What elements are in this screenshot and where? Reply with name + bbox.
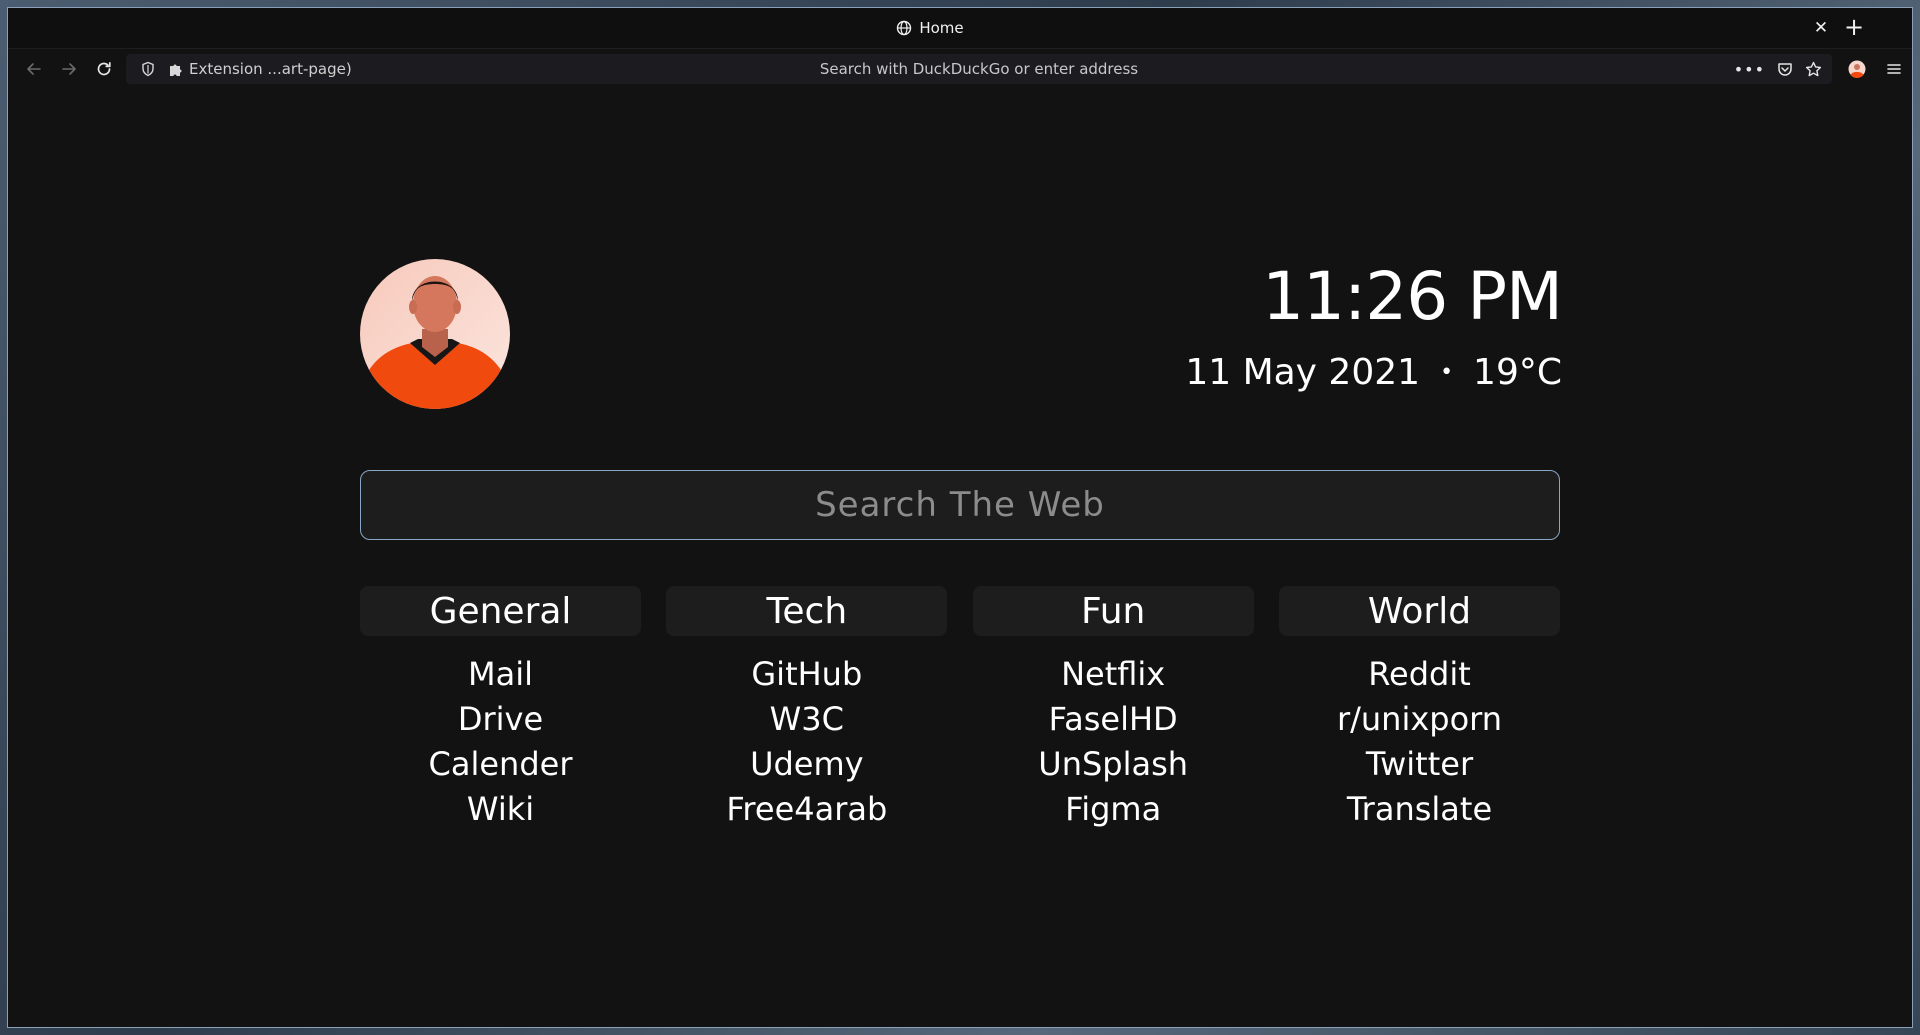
link-figma[interactable]: Figma <box>1065 787 1161 832</box>
link-faselhd[interactable]: FaselHD <box>1049 697 1178 742</box>
person-avatar-icon <box>360 276 510 409</box>
category-header: General <box>360 586 641 636</box>
link-calender[interactable]: Calender <box>429 742 573 787</box>
navigation-bar: Extension ...art-page) Search with DuckD… <box>8 49 1912 89</box>
link-wiki[interactable]: Wiki <box>467 787 534 832</box>
reload-button[interactable] <box>92 57 116 81</box>
separator-dot: • <box>1440 360 1454 385</box>
search-placeholder: Search The Web <box>815 485 1105 525</box>
date-text: 11 May 2021 <box>1185 352 1421 393</box>
link-drive[interactable]: Drive <box>458 697 543 742</box>
clock-time: 11:26 PM <box>1262 258 1563 335</box>
tab-bar: Home ✕ + <box>8 8 1912 49</box>
close-icon: ✕ <box>1813 18 1829 38</box>
pocket-icon[interactable] <box>1777 61 1793 77</box>
link-free4arab[interactable]: Free4arab <box>726 787 887 832</box>
category-world: World Reddit r/unixporn Twitter Translat… <box>1278 586 1560 832</box>
hamburger-menu-icon[interactable] <box>1886 61 1902 77</box>
reload-icon <box>97 61 111 76</box>
link-w3c[interactable]: W3C <box>770 697 844 742</box>
temperature-text: 19°C <box>1473 352 1562 393</box>
url-placeholder: Search with DuckDuckGo or enter address <box>819 60 1139 78</box>
category-fun: Fun Netflix FaselHD UnSplash Figma <box>972 586 1254 832</box>
link-udemy[interactable]: Udemy <box>750 742 864 787</box>
forward-button[interactable] <box>57 57 81 81</box>
url-bar[interactable]: Extension ...art-page) Search with DuckD… <box>126 54 1832 84</box>
link-twitter[interactable]: Twitter <box>1366 742 1473 787</box>
date-weather: 11 May 2021 • 19°C <box>1185 352 1562 393</box>
tab-home[interactable]: Home <box>8 8 1852 48</box>
new-tab-button[interactable]: + <box>1842 15 1866 39</box>
more-actions-icon[interactable]: ••• <box>1734 60 1765 79</box>
close-tab-button[interactable]: ✕ <box>1810 17 1832 39</box>
arrow-left-icon <box>27 63 41 75</box>
back-button[interactable] <box>22 57 46 81</box>
link-github[interactable]: GitHub <box>751 652 862 697</box>
link-reddit[interactable]: Reddit <box>1368 652 1471 697</box>
browser-window: Home ✕ + Extension ...art-page) Search w… <box>7 7 1913 1028</box>
category-header: World <box>1278 586 1560 636</box>
link-categories: General Mail Drive Calender Wiki Tech Gi… <box>360 586 1560 832</box>
category-header: Tech <box>666 586 948 636</box>
toolbar-right <box>1848 57 1902 81</box>
plus-icon: + <box>1843 13 1865 41</box>
web-search-input[interactable]: Search The Web <box>360 470 1560 540</box>
link-translate[interactable]: Translate <box>1347 787 1492 832</box>
link-unsplash[interactable]: UnSplash <box>1038 742 1188 787</box>
globe-icon <box>896 20 912 36</box>
url-actions: ••• <box>1734 54 1822 84</box>
tab-title: Home <box>919 19 964 37</box>
arrow-right-icon <box>62 63 76 75</box>
category-header: Fun <box>972 586 1254 636</box>
link-unixporn[interactable]: r/unixporn <box>1337 697 1502 742</box>
account-avatar-icon[interactable] <box>1848 60 1866 78</box>
bookmark-star-icon[interactable] <box>1805 61 1822 78</box>
link-netflix[interactable]: Netflix <box>1061 652 1165 697</box>
link-mail[interactable]: Mail <box>468 652 533 697</box>
user-avatar <box>360 259 510 409</box>
category-tech: Tech GitHub W3C Udemy Free4arab <box>666 586 948 832</box>
start-page: 11:26 PM 11 May 2021 • 19°C Search The W… <box>8 90 1912 1027</box>
category-general: General Mail Drive Calender Wiki <box>360 586 641 832</box>
